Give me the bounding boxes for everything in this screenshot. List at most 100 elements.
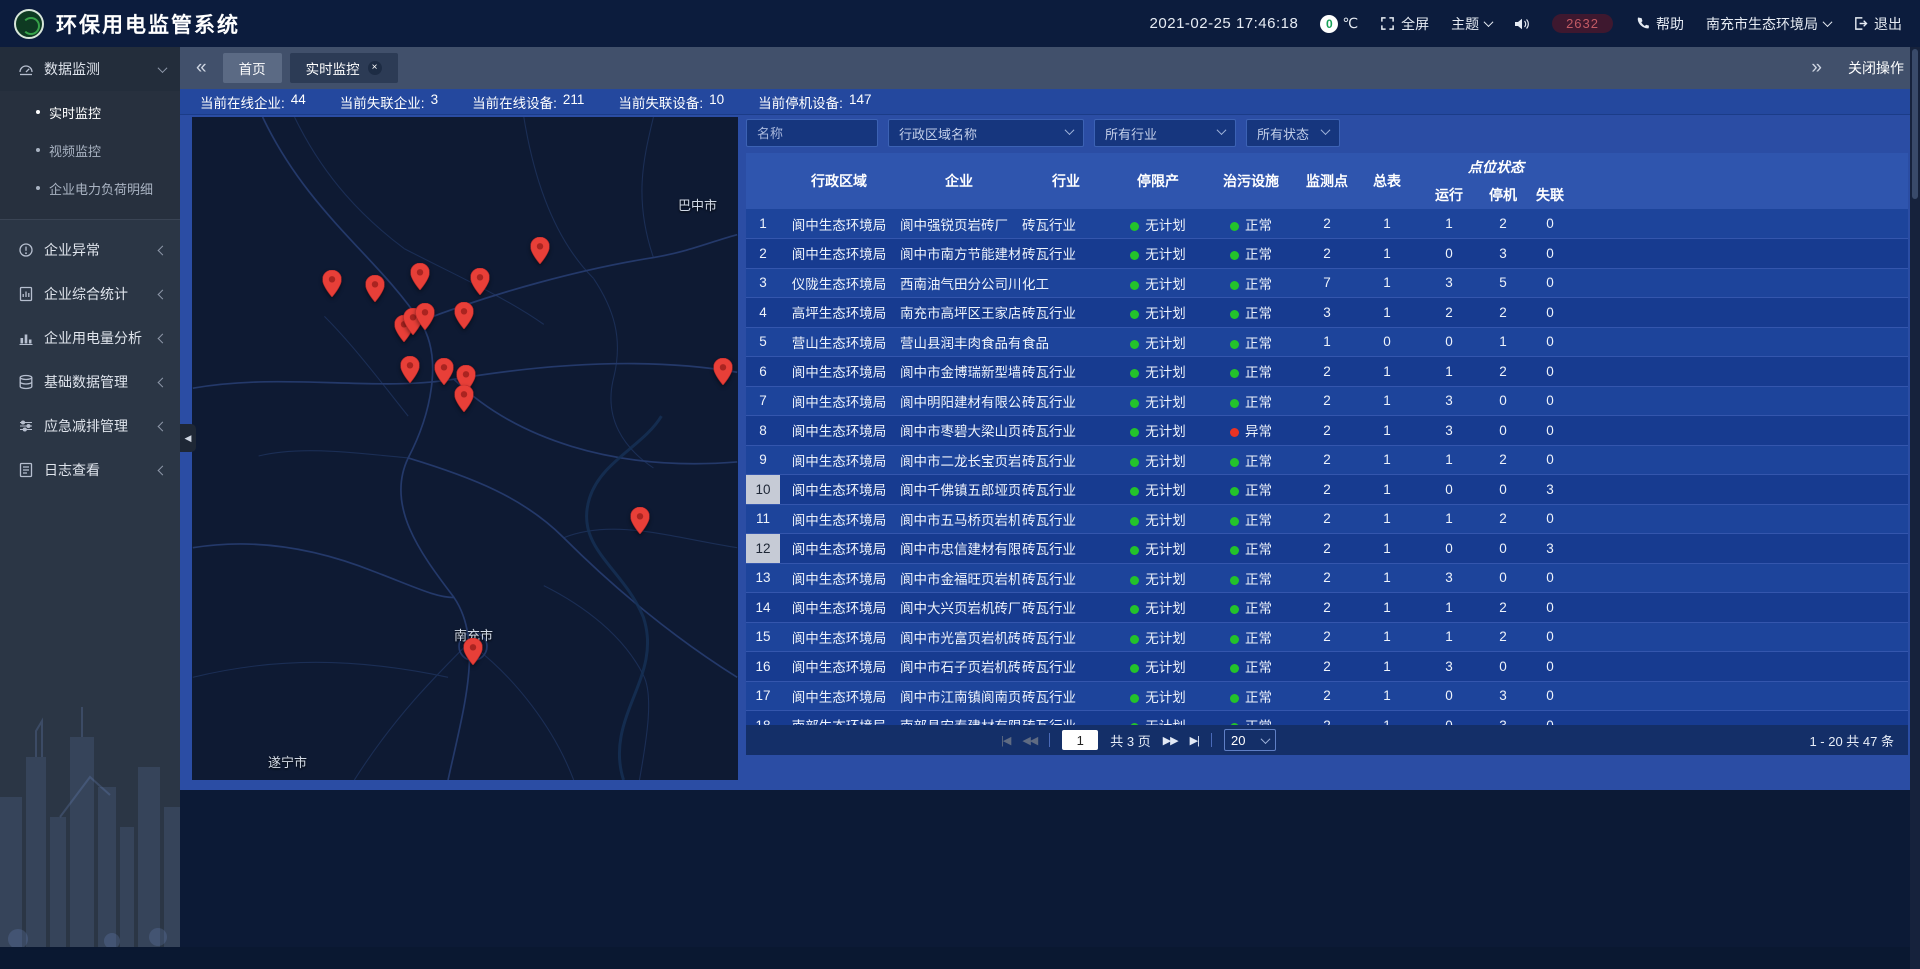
cell-limit-production: 无计划 — [1112, 652, 1204, 682]
cell-running: 3 — [1418, 386, 1480, 416]
map-pin[interactable] — [714, 358, 733, 390]
status-select[interactable]: 所有状态 — [1246, 119, 1340, 147]
table-row[interactable]: 13 阆中生态环境局 阆中市金福旺页岩机砖 砖瓦行业 无计划 正常 — [746, 563, 1908, 593]
cell-limit-production: 无计划 — [1112, 681, 1204, 711]
cell-lost: 0 — [1526, 563, 1574, 593]
fullscreen-button[interactable]: 全屏 — [1380, 14, 1429, 34]
limit-status-dot — [1130, 428, 1139, 437]
cell-running: 3 — [1418, 563, 1480, 593]
map-pin[interactable] — [435, 358, 454, 390]
help-button[interactable]: 帮助 — [1635, 14, 1684, 34]
tabs-scroll-right-button[interactable]: » — [1803, 57, 1830, 79]
temperature-value: 0 — [1320, 15, 1338, 33]
cell-stopped: 3 — [1480, 681, 1526, 711]
scrollbar-thumb[interactable] — [1912, 49, 1918, 199]
row-index: 18 — [746, 711, 780, 726]
map-pin[interactable] — [464, 638, 483, 670]
last-page-button[interactable]: ▶| — [1190, 734, 1199, 747]
chevron-down-icon — [1823, 17, 1833, 27]
table-row[interactable]: 5 营山生态环境局 营山县润丰肉食品有限 食品 无计划 正常 — [746, 327, 1908, 357]
map-pin[interactable] — [455, 385, 474, 417]
sidebar-item-video-monitor[interactable]: 视频监控 — [0, 131, 180, 169]
column-header-stopped: 停机 — [1480, 181, 1526, 209]
logout-button[interactable]: 退出 — [1853, 14, 1902, 34]
sidebar-item-base-data[interactable]: 基础数据管理 — [0, 360, 180, 404]
cell-lost: 0 — [1526, 593, 1574, 623]
map-pin[interactable] — [401, 356, 420, 388]
sidebar-item-data-monitoring[interactable]: 数据监测 — [0, 47, 180, 91]
close-tab-icon[interactable]: × — [368, 61, 382, 75]
tab-realtime-monitor[interactable]: 实时监控 × — [290, 53, 398, 83]
page-size-select[interactable]: 20 — [1224, 729, 1276, 751]
column-header-industry: 行业 — [1020, 153, 1112, 209]
cell-company: 阆中大兴页岩机砖厂 — [898, 593, 1020, 623]
cell-pollution-facility: 正常 — [1204, 593, 1298, 623]
table-row[interactable]: 15 阆中生态环境局 阆中市光富页岩机砖厂 砖瓦行业 无计划 正常 — [746, 622, 1908, 652]
cell-running: 0 — [1418, 681, 1480, 711]
cell-industry: 化工 — [1020, 268, 1112, 298]
table-body: 1 阆中生态环境局 阆中强锐页岩砖厂 砖瓦行业 无计划 正常 — [746, 209, 1908, 725]
map-pin[interactable] — [471, 268, 490, 300]
divider — [1049, 733, 1050, 747]
limit-status-dot — [1130, 310, 1139, 319]
cell-limit-production: 无计划 — [1112, 239, 1204, 269]
tabs-scroll-left-button[interactable]: « — [188, 57, 215, 79]
pin-icon — [323, 270, 342, 297]
next-page-button[interactable]: ▶▶ — [1163, 734, 1178, 747]
table-row[interactable]: 4 高坪生态环境局 南充市高坪区王家店建 砖瓦行业 无计划 正常 — [746, 298, 1908, 328]
tab-home[interactable]: 首页 — [223, 53, 282, 83]
cell-company: 阆中市金福旺页岩机砖 — [898, 563, 1020, 593]
sidebar-item-emergency-reduction[interactable]: 应急减排管理 — [0, 404, 180, 448]
map-pin[interactable] — [531, 237, 550, 269]
table-row[interactable]: 17 阆中生态环境局 阆中市江南镇阆南页岩 砖瓦行业 无计划 正常 — [746, 681, 1908, 711]
table-row[interactable]: 7 阆中生态环境局 阆中明阳建材有限公司 砖瓦行业 无计划 正常 — [746, 386, 1908, 416]
region-select[interactable]: 行政区域名称 — [888, 119, 1084, 147]
table-row[interactable]: 10 阆中生态环境局 阆中千佛镇五郎垭页岩 砖瓦行业 无计划 正常 — [746, 475, 1908, 505]
sidebar-item-log-view[interactable]: 日志查看 — [0, 448, 180, 492]
close-operations-dropdown[interactable]: 关闭操作 — [1848, 58, 1904, 78]
cell-stopped: 3 — [1480, 711, 1526, 726]
industry-select[interactable]: 所有行业 — [1094, 119, 1236, 147]
cell-lost: 0 — [1526, 327, 1574, 357]
table-row[interactable]: 14 阆中生态环境局 阆中大兴页岩机砖厂 砖瓦行业 无计划 正常 — [746, 593, 1908, 623]
sidebar-item-realtime-monitor[interactable]: 实时监控 — [0, 93, 180, 131]
map-pin[interactable] — [455, 302, 474, 334]
cell-filler — [1574, 534, 1908, 564]
table-row[interactable]: 12 阆中生态环境局 阆中市忠信建材有限公 砖瓦行业 无计划 正常 — [746, 534, 1908, 564]
scrollbar[interactable] — [1910, 47, 1920, 969]
sidebar-collapse-handle[interactable]: ◀ — [180, 424, 196, 452]
limit-status-dot — [1130, 251, 1139, 260]
cell-stopped: 2 — [1480, 445, 1526, 475]
prev-page-button[interactable]: ◀◀ — [1022, 734, 1037, 747]
map-pin[interactable] — [631, 507, 650, 539]
cell-company: 南部县宏泰建材有限公 — [898, 711, 1020, 726]
column-header-company: 企业 — [898, 153, 1020, 209]
table-row[interactable]: 8 阆中生态环境局 阆中市枣碧大梁山页岩 砖瓦行业 无计划 异常 — [746, 416, 1908, 446]
map-pin[interactable] — [416, 303, 435, 335]
page-number-input[interactable] — [1062, 730, 1098, 750]
table-row[interactable]: 2 阆中生态环境局 阆中市南方节能建材有 砖瓦行业 无计划 正常 — [746, 239, 1908, 269]
announcement-button[interactable] — [1514, 17, 1530, 31]
cell-company: 阆中强锐页岩砖厂 — [898, 209, 1020, 239]
sidebar-item-power-analysis[interactable]: 企业用电量分析 — [0, 316, 180, 360]
map-pin[interactable] — [366, 275, 385, 307]
table-row[interactable]: 6 阆中生态环境局 阆中市金博瑞新型墙材 砖瓦行业 无计划 正常 — [746, 357, 1908, 387]
org-dropdown[interactable]: 南充市生态环境局 — [1706, 14, 1831, 34]
table-row[interactable]: 3 仪陇生态环境局 西南油气田分公司川中 化工 无计划 正常 — [746, 268, 1908, 298]
table-row[interactable]: 18 南部生态环境局 南部县宏泰建材有限公 砖瓦行业 无计划 正常 — [746, 711, 1908, 726]
row-index: 2 — [746, 239, 780, 269]
sidebar-item-company-abnormal[interactable]: 企业异常 — [0, 228, 180, 272]
table-row[interactable]: 9 阆中生态环境局 阆中市二龙长宝页岩砖 砖瓦行业 无计划 正常 — [746, 445, 1908, 475]
theme-dropdown[interactable]: 主题 — [1451, 14, 1492, 34]
sidebar-item-power-load-detail[interactable]: 企业电力负荷明细 — [0, 169, 180, 207]
table-row[interactable]: 1 阆中生态环境局 阆中强锐页岩砖厂 砖瓦行业 无计划 正常 — [746, 209, 1908, 239]
map-pin[interactable] — [323, 270, 342, 302]
table-row[interactable]: 16 阆中生态环境局 阆中市石子页岩机砖厂 砖瓦行业 无计划 正常 — [746, 652, 1908, 682]
cell-total-meter: 1 — [1356, 681, 1418, 711]
table-row[interactable]: 11 阆中生态环境局 阆中市五马桥页岩机砖 砖瓦行业 无计划 正常 — [746, 504, 1908, 534]
map-pin[interactable] — [411, 263, 430, 295]
first-page-button[interactable]: |◀ — [1001, 734, 1010, 747]
name-search-input[interactable] — [746, 119, 878, 147]
sidebar-item-company-statistics[interactable]: 企业综合统计 — [0, 272, 180, 316]
map-panel[interactable]: 巴中市 南充市 遂宁市 — [192, 117, 738, 780]
